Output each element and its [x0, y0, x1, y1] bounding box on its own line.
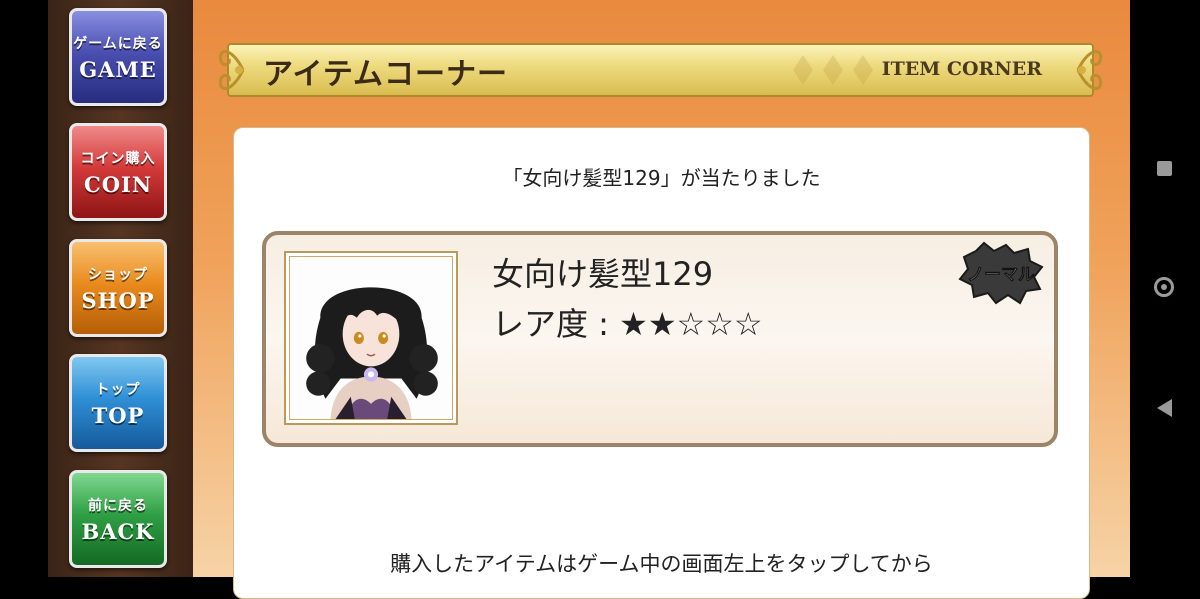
- page-title: アイテムコーナー: [263, 57, 508, 92]
- item-name: 女向け髪型129: [492, 255, 714, 293]
- top-button-en-label: TOP: [91, 402, 145, 428]
- result-panel: 「女向け髪型129」が当たりました 女向け髪型129 レア度: ★★☆☆☆ ノ…: [233, 127, 1090, 599]
- character-avatar-icon: [290, 257, 452, 419]
- game-button-en-label: GAME: [79, 56, 157, 82]
- ornament-right-icon: [1076, 50, 1103, 90]
- main-content: アイテムコーナー ITEM CORNER 「女向け髪型129」が当たりました 女…: [193, 0, 1130, 599]
- coin-button[interactable]: コイン購入 COIN: [69, 123, 167, 221]
- game-button-jp-label: ゲームに戻る: [73, 35, 163, 52]
- page-subtitle: ITEM CORNER: [881, 58, 1042, 80]
- coin-button-en-label: COIN: [83, 171, 153, 197]
- back-icon[interactable]: [1157, 399, 1172, 417]
- top-button[interactable]: トップ TOP: [69, 354, 167, 452]
- banner-pattern-icon: [793, 55, 873, 85]
- item-rarity: レア度 : ★★☆☆☆: [492, 305, 763, 343]
- ornament-left-icon: [218, 50, 245, 90]
- home-icon[interactable]: [1154, 277, 1174, 297]
- screen-edge-left: [0, 0, 48, 577]
- rarity-badge: ノーマル: [956, 241, 1046, 305]
- recents-icon[interactable]: [1157, 161, 1172, 176]
- item-card: 女向け髪型129 レア度 : ★★☆☆☆ ノーマル: [262, 231, 1058, 447]
- sidebar: ゲームに戻る GAME コイン購入 COIN ショップ SHOP トップ TOP…: [48, 0, 193, 577]
- game-button[interactable]: ゲームに戻る GAME: [69, 8, 167, 106]
- back-button-jp-label: 前に戻る: [88, 497, 148, 514]
- badge-burst-icon: ノーマル: [958, 241, 1044, 305]
- back-button-en-label: BACK: [81, 518, 155, 544]
- item-thumbnail: [284, 251, 458, 425]
- result-message: 「女向け髪型129」が当たりました: [502, 166, 821, 190]
- header-banner: アイテムコーナー ITEM CORNER: [213, 35, 1108, 105]
- shop-button-jp-label: ショップ: [88, 266, 148, 283]
- instruction-text: 購入したアイテムはゲーム中の画面左上をタップしてから: [390, 552, 933, 576]
- coin-button-jp-label: コイン購入: [80, 150, 156, 167]
- badge-label: ノーマル: [967, 265, 1035, 285]
- top-button-jp-label: トップ: [95, 381, 141, 398]
- back-button[interactable]: 前に戻る BACK: [69, 470, 167, 568]
- android-nav-bar: [1130, 0, 1200, 577]
- shop-button[interactable]: ショップ SHOP: [69, 239, 167, 337]
- shop-button-en-label: SHOP: [81, 287, 155, 313]
